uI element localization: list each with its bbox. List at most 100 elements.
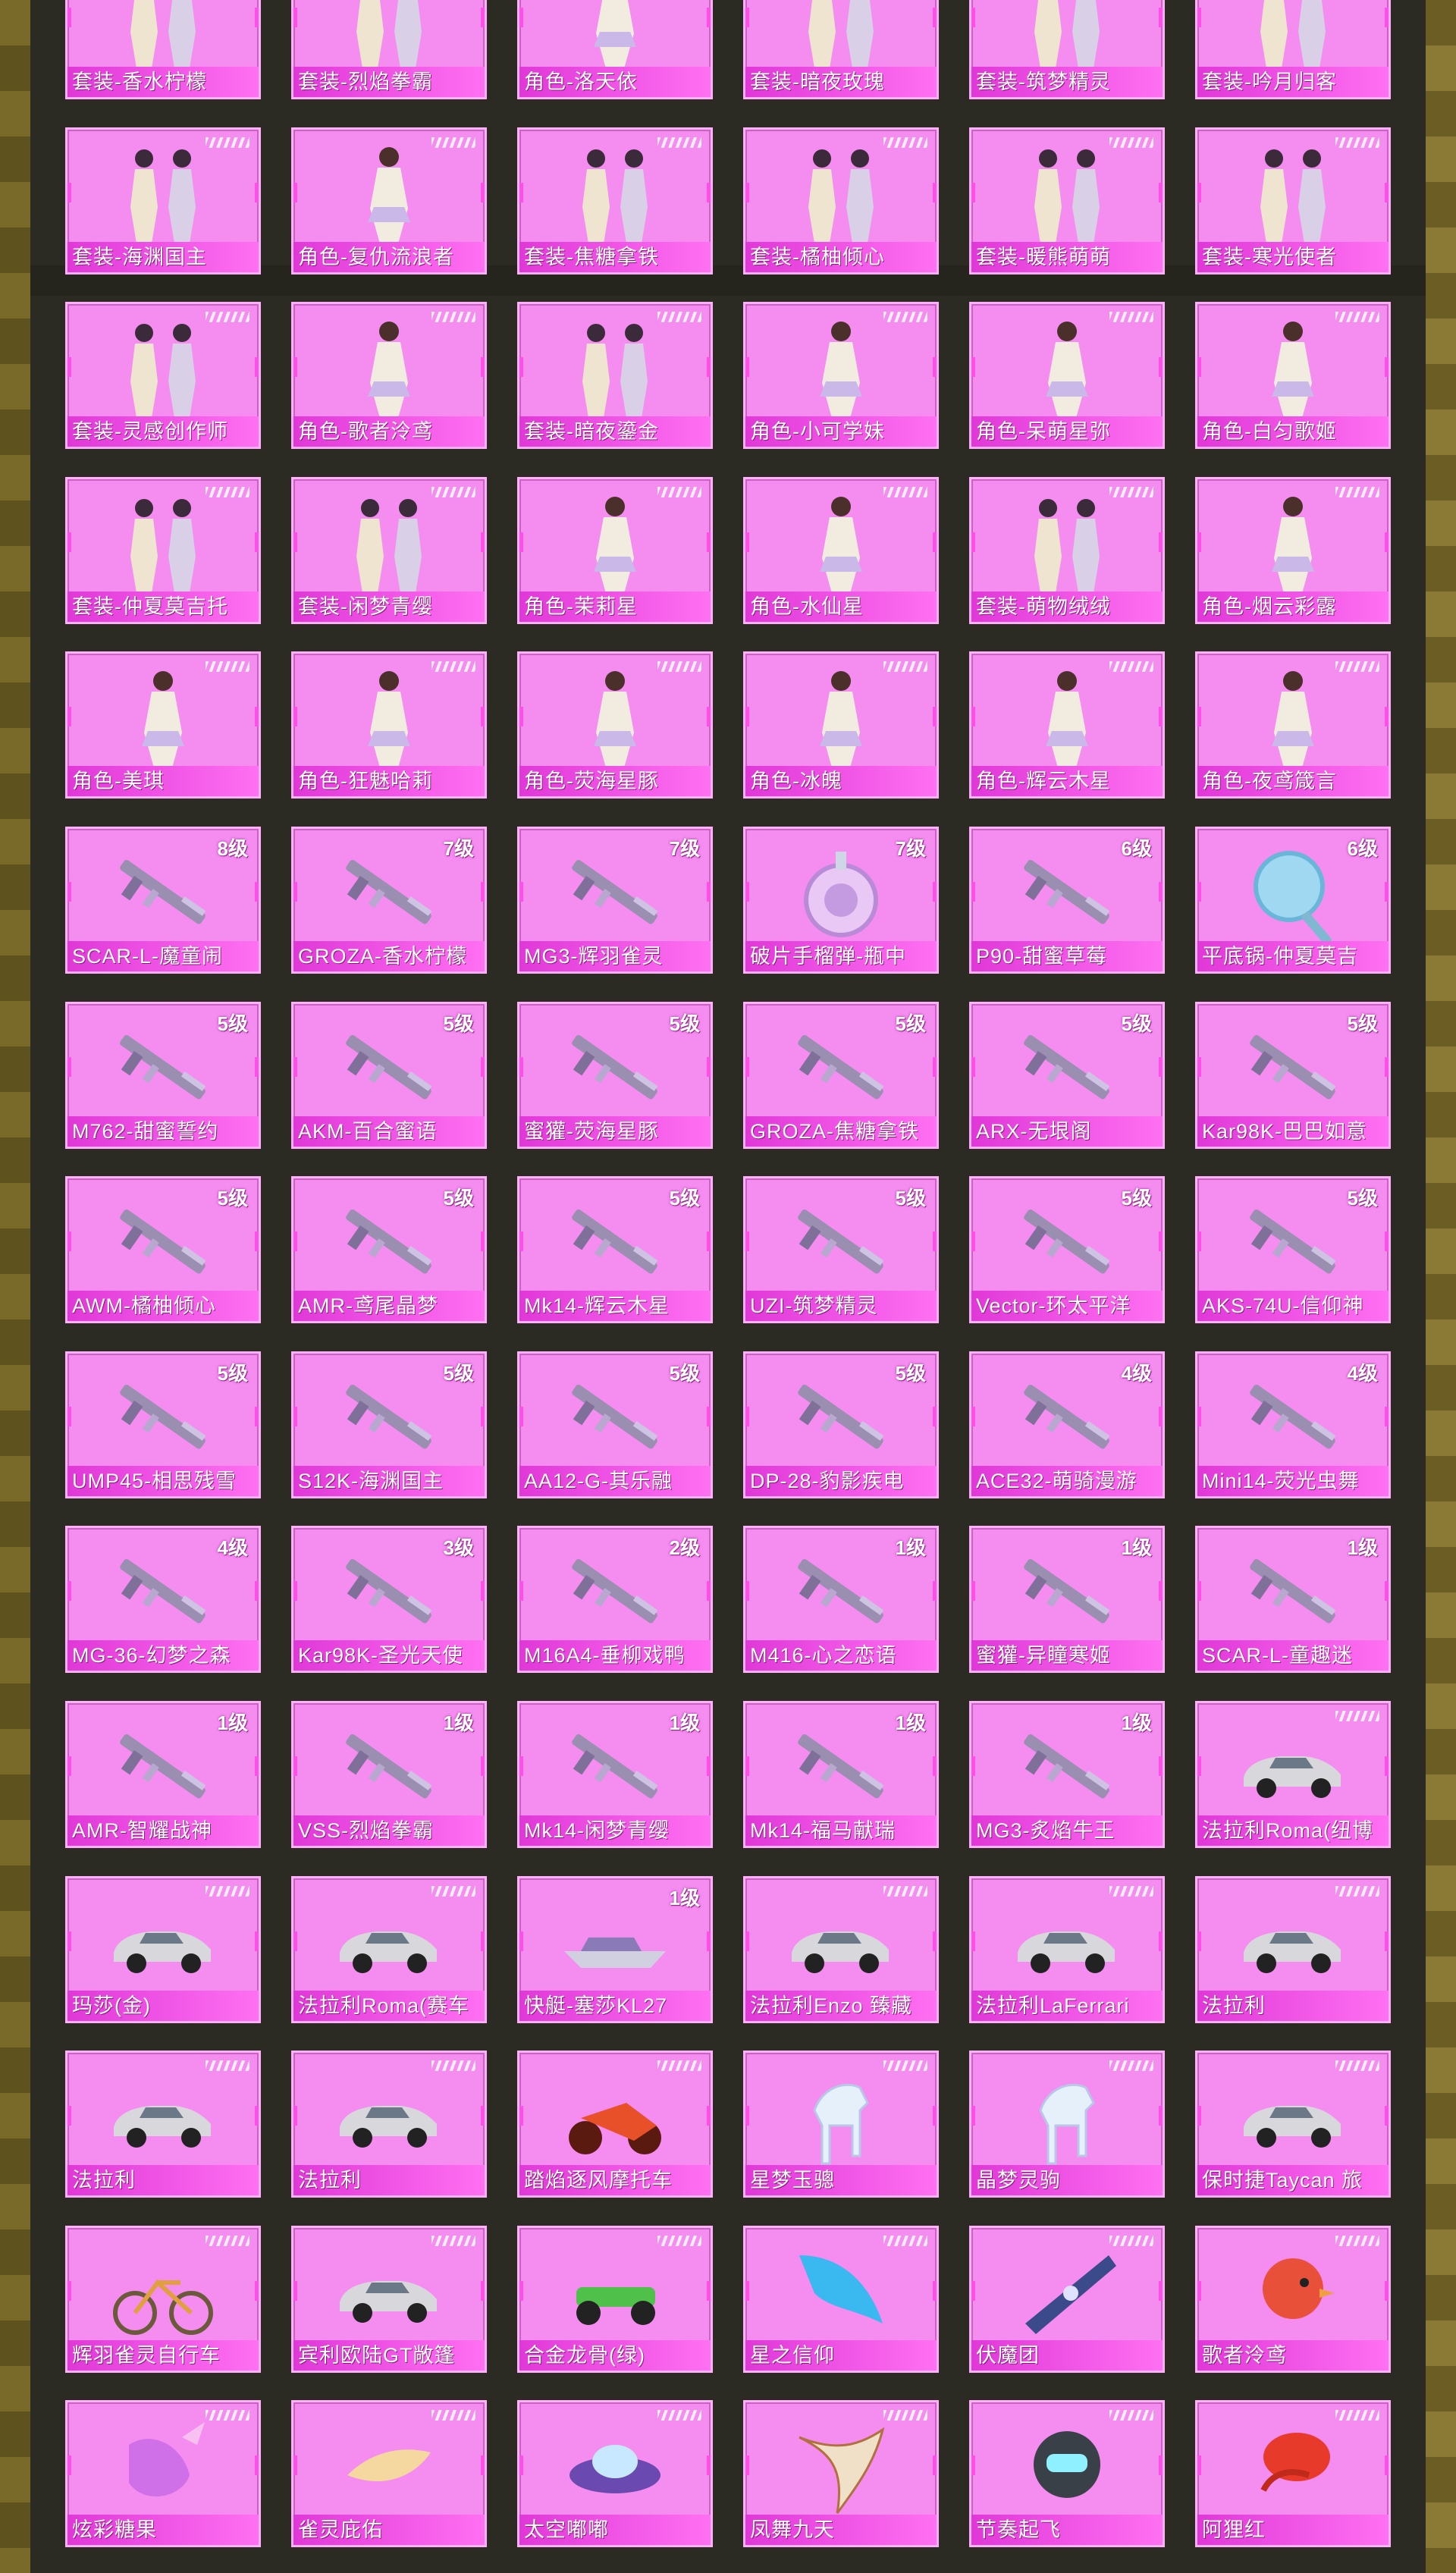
reward-card[interactable]: 套装-仲夏莫吉托 <box>65 477 261 624</box>
reward-card[interactable]: 4级 ACE32-萌骑漫游 <box>969 1351 1165 1498</box>
reward-card[interactable]: 套装-橘柚倾心 <box>743 127 939 275</box>
reward-card[interactable]: 5级 UMP45-相思残雪 <box>65 1351 261 1498</box>
card-notch-right <box>481 8 485 27</box>
reward-card[interactable]: 1级 AMR-智耀战神 <box>65 1701 261 1848</box>
reward-card[interactable]: 5级 AWM-橘柚倾心 <box>65 1176 261 1323</box>
reward-card[interactable]: 炫彩糖果 <box>65 2400 261 2547</box>
reward-card[interactable]: 星之信仰 <box>743 2226 939 2373</box>
reward-card[interactable]: 套装-焦糖拿铁 <box>517 127 713 275</box>
reward-card[interactable]: 角色-白匀歌姬 <box>1195 302 1391 449</box>
reward-card[interactable]: 套装-暗夜鎏金 <box>517 302 713 449</box>
card-notch-right <box>1159 2106 1163 2126</box>
reward-card[interactable]: 角色-呆萌星弥 <box>969 302 1165 449</box>
reward-card[interactable]: 1级 Mk14-福马献瑞 <box>743 1701 939 1848</box>
reward-card[interactable]: 4级 MG-36-幻梦之森 <box>65 1526 261 1673</box>
reward-card[interactable]: 套装-暖熊萌萌 <box>969 127 1165 275</box>
reward-card[interactable]: 5级 UZI-筑梦精灵 <box>743 1176 939 1323</box>
reward-card[interactable]: 阿狸红 <box>1195 2400 1391 2547</box>
reward-card[interactable]: 1级 MG3-炙焰牛王 <box>969 1701 1165 1848</box>
card-notch-right <box>481 1057 485 1077</box>
reward-card[interactable]: 伏魔团 <box>969 2226 1165 2373</box>
reward-card[interactable]: 1级 蜜獾-异瞳寒姬 <box>969 1526 1165 1673</box>
reward-card[interactable]: 套装-香水柠檬 <box>65 0 261 99</box>
reward-card[interactable]: 保时捷Taycan 旅 <box>1195 2051 1391 2198</box>
reward-card[interactable]: 7级 MG3-辉羽雀灵 <box>517 827 713 974</box>
reward-card[interactable]: 角色-狂魅哈莉 <box>291 651 487 799</box>
reward-card[interactable]: 5级 Mk14-辉云木星 <box>517 1176 713 1323</box>
reward-card[interactable]: 套装-闲梦青缨 <box>291 477 487 624</box>
reward-card[interactable]: 宾利欧陆GT敞篷 <box>291 2226 487 2373</box>
reward-card[interactable]: 5级 Kar98K-巴巴如意 <box>1195 1002 1391 1149</box>
gun-icon <box>558 1540 672 1646</box>
reward-card[interactable]: 套装-烈焰拳霸 <box>291 0 487 99</box>
reward-card[interactable]: 法拉利 <box>65 2051 261 2198</box>
reward-card[interactable]: 1级 Mk14-闲梦青缨 <box>517 1701 713 1848</box>
reward-card[interactable]: 7级 破片手榴弹-瓶中 <box>743 827 939 974</box>
reward-card[interactable]: 6级 平底锅-仲夏莫吉 <box>1195 827 1391 974</box>
reward-card[interactable]: 角色-烟云彩露 <box>1195 477 1391 624</box>
reward-card[interactable]: 5级 AMR-鸢尾晶梦 <box>291 1176 487 1323</box>
reward-card[interactable]: 合金龙骨(绿) <box>517 2226 713 2373</box>
reward-card[interactable]: 套装-海渊国主 <box>65 127 261 275</box>
reward-card[interactable]: 套装-吟月归客 <box>1195 0 1391 99</box>
reward-card[interactable]: 5级 ARX-无垠阁 <box>969 1002 1165 1149</box>
reward-card[interactable]: 角色-洛天依 <box>517 0 713 99</box>
reward-card[interactable]: 角色-辉云木星 <box>969 651 1165 799</box>
reward-card[interactable]: 5级 AKM-百合蜜语 <box>291 1002 487 1149</box>
reward-card[interactable]: 辉羽雀灵自行车 <box>65 2226 261 2373</box>
reward-card[interactable]: 角色-茉莉星 <box>517 477 713 624</box>
reward-card[interactable]: 法拉利 <box>1195 1876 1391 2023</box>
decorative-stripes <box>1335 2060 1379 2071</box>
reward-card[interactable]: 1级 M416-心之恋语 <box>743 1526 939 1673</box>
reward-card[interactable]: 套装-暗夜玫瑰 <box>743 0 939 99</box>
reward-card[interactable]: 6级 P90-甜蜜草莓 <box>969 827 1165 974</box>
reward-card[interactable]: 法拉利Roma(纽博 <box>1195 1701 1391 1848</box>
reward-card[interactable]: 套装-筑梦精灵 <box>969 0 1165 99</box>
reward-card[interactable]: 歌者泠鸢 <box>1195 2226 1391 2373</box>
reward-card[interactable]: 星梦玉骢 <box>743 2051 939 2198</box>
reward-card[interactable]: 玛莎(金) <box>65 1876 261 2023</box>
reward-card[interactable]: 角色-冰魄 <box>743 651 939 799</box>
decorative-stripes <box>431 137 475 148</box>
reward-card[interactable]: 1级 VSS-烈焰拳霸 <box>291 1701 487 1848</box>
reward-card[interactable]: 角色-小可学妹 <box>743 302 939 449</box>
reward-card[interactable]: 法拉利Roma(赛车 <box>291 1876 487 2023</box>
reward-card[interactable]: 角色-歌者泠鸢 <box>291 302 487 449</box>
ufo-icon <box>558 2415 672 2521</box>
reward-card[interactable]: 5级 DP-28-豹影疾电 <box>743 1351 939 1498</box>
reward-card[interactable]: 凤舞九天 <box>743 2400 939 2547</box>
reward-card[interactable]: 套装-灵感创作师 <box>65 302 261 449</box>
reward-card[interactable]: 套装-萌物绒绒 <box>969 477 1165 624</box>
reward-card[interactable]: 5级 AA12-G-其乐融 <box>517 1351 713 1498</box>
reward-card[interactable]: 4级 Mini14-荧光虫舞 <box>1195 1351 1391 1498</box>
reward-card[interactable]: 5级 Vector-环太平洋 <box>969 1176 1165 1323</box>
reward-card[interactable]: 5级 S12K-海渊国主 <box>291 1351 487 1498</box>
reward-card[interactable]: 太空嘟嘟 <box>517 2400 713 2547</box>
reward-card[interactable]: 节奏起飞 <box>969 2400 1165 2547</box>
reward-card[interactable]: 法拉利Enzo 臻藏 <box>743 1876 939 2023</box>
reward-card[interactable]: 1级 SCAR-L-童趣迷 <box>1195 1526 1391 1673</box>
reward-card[interactable]: 1级 快艇-塞莎KL27 <box>517 1876 713 2023</box>
reward-card[interactable]: 8级 SCAR-L-魔童闹 <box>65 827 261 974</box>
card-notch-left <box>745 183 749 202</box>
card-notch-left <box>519 882 523 902</box>
reward-card[interactable]: 角色-复仇流浪者 <box>291 127 487 275</box>
reward-card[interactable]: 7级 GROZA-香水柠檬 <box>291 827 487 974</box>
reward-card[interactable]: 3级 Kar98K-圣光天使 <box>291 1526 487 1673</box>
reward-card[interactable]: 5级 M762-甜蜜誓约 <box>65 1002 261 1149</box>
reward-card[interactable]: 晶梦灵驹 <box>969 2051 1165 2198</box>
reward-card[interactable]: 雀灵庇佑 <box>291 2400 487 2547</box>
reward-card[interactable]: 角色-美琪 <box>65 651 261 799</box>
card-notch-right <box>707 1931 711 1951</box>
reward-card[interactable]: 法拉利 <box>291 2051 487 2198</box>
reward-card[interactable]: 5级 AKS-74U-信仰神 <box>1195 1176 1391 1323</box>
reward-card[interactable]: 法拉利LaFerrari <box>969 1876 1165 2023</box>
reward-card[interactable]: 角色-夜鸢箴言 <box>1195 651 1391 799</box>
reward-card[interactable]: 角色-水仙星 <box>743 477 939 624</box>
reward-card[interactable]: 角色-荧海星豚 <box>517 651 713 799</box>
reward-card[interactable]: 5级 蜜獾-荧海星豚 <box>517 1002 713 1149</box>
reward-card[interactable]: 踏焰逐风摩托车 <box>517 2051 713 2198</box>
reward-card[interactable]: 5级 GROZA-焦糖拿铁 <box>743 1002 939 1149</box>
reward-card[interactable]: 套装-寒光使者 <box>1195 127 1391 275</box>
reward-card[interactable]: 2级 M16A4-垂柳戏鸭 <box>517 1526 713 1673</box>
